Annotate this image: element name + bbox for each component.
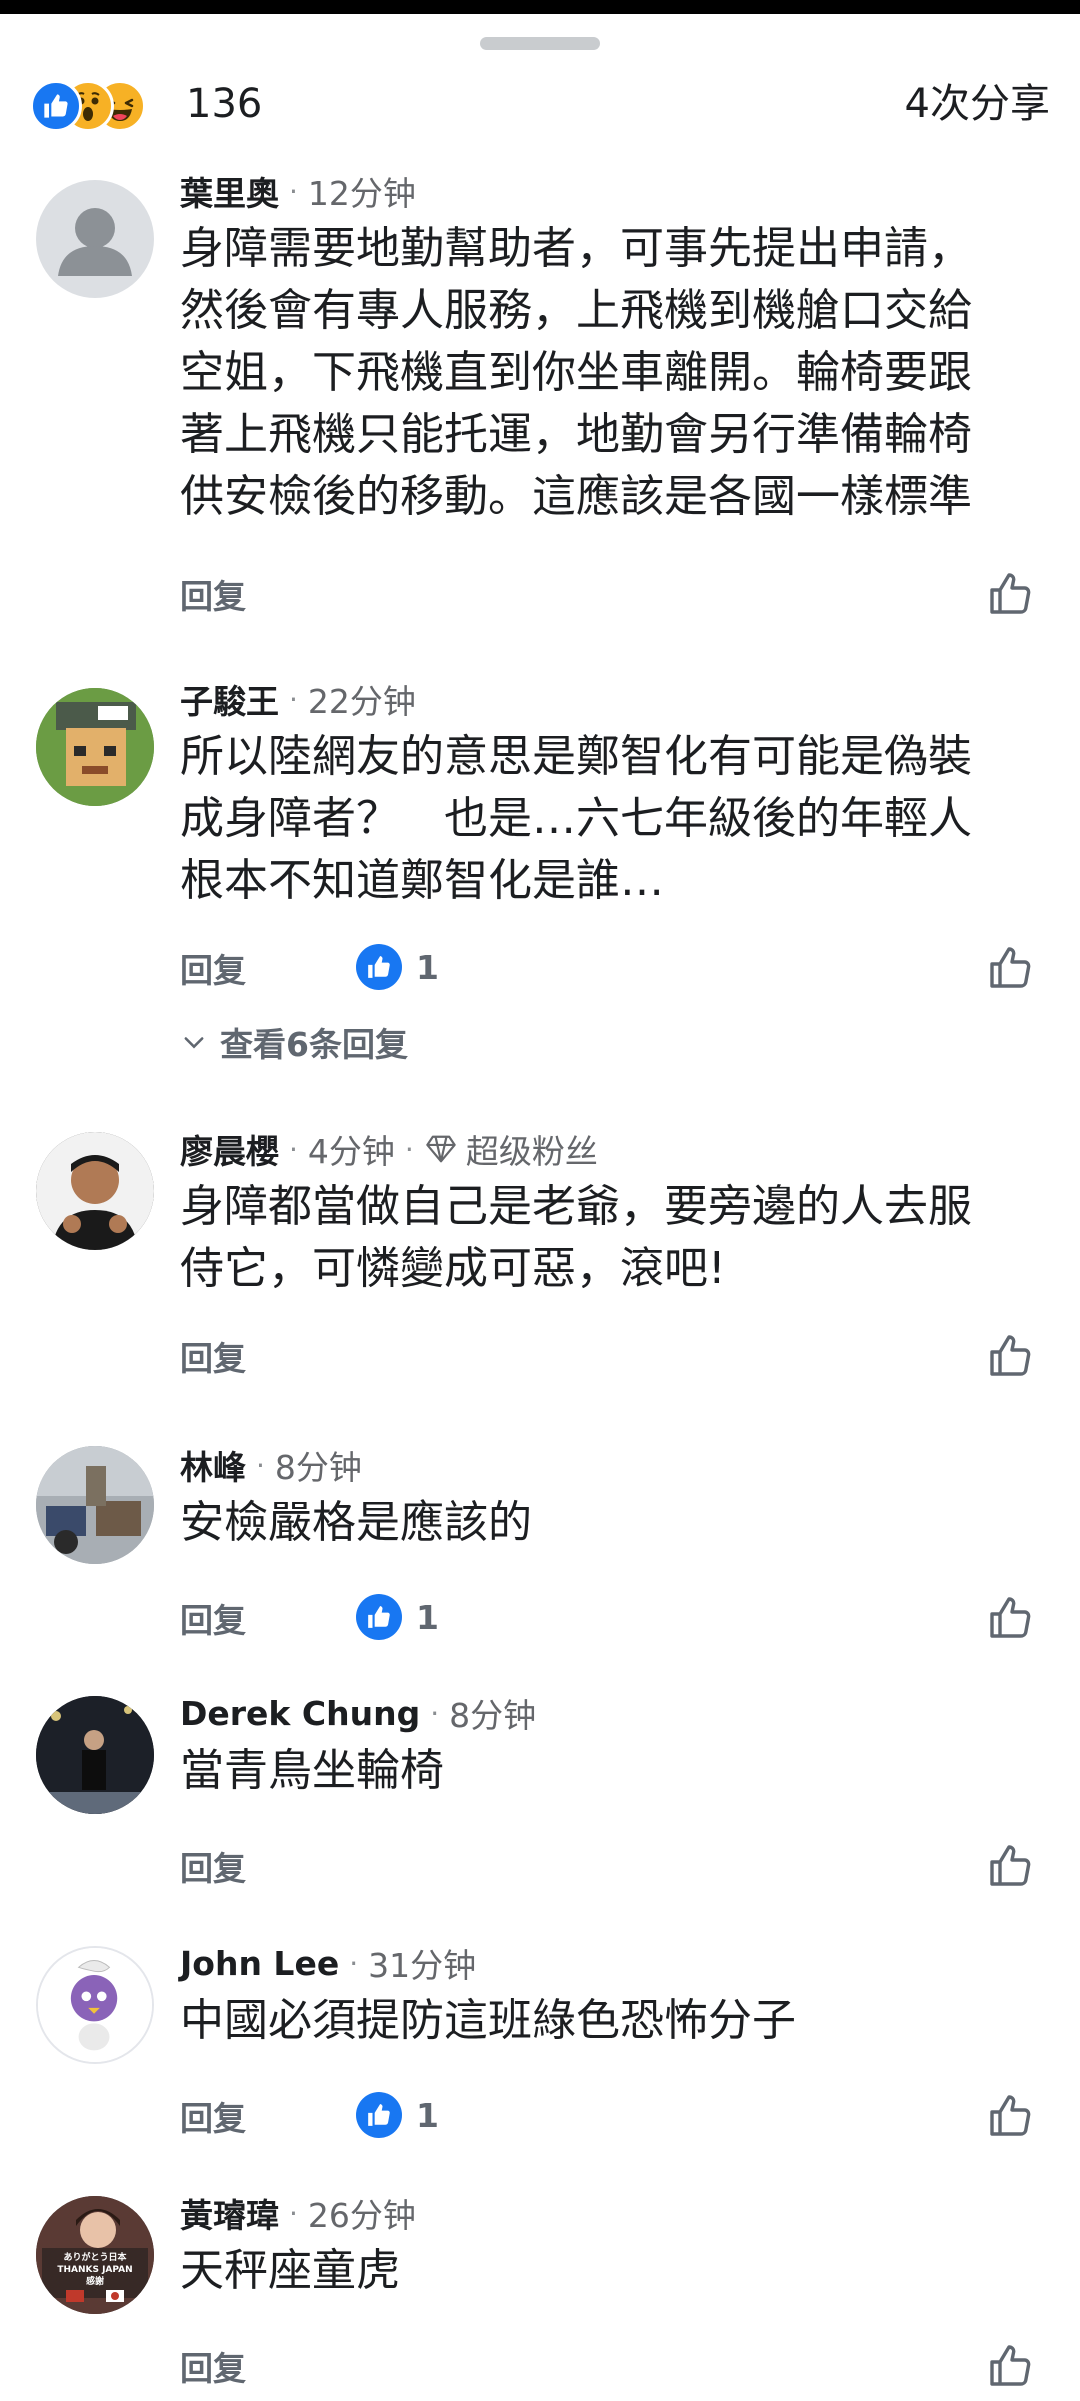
like-count[interactable]: 1: [356, 944, 439, 990]
avatar[interactable]: [36, 688, 154, 806]
comment-time[interactable]: 31分钟: [368, 1939, 476, 1987]
view-replies-label: 查看6条回复: [220, 1025, 408, 1064]
comment-time[interactable]: 4分钟: [308, 1125, 395, 1173]
comment-text: 當青鳥坐輪椅: [180, 1740, 1050, 1802]
comment-line: 身障都當做自己是老爺，要旁邊的人去服: [180, 1181, 972, 1232]
comment-line: 供安檢後的移動。這應該是各國一樣標準: [180, 471, 972, 522]
top-fan-badge[interactable]: 超级粉丝: [424, 1125, 598, 1173]
comment-line: 當青鳥坐輪椅: [180, 1745, 444, 1796]
view-replies-button[interactable]: 查看6条回复: [180, 1018, 408, 1066]
reply-button[interactable]: 回复: [180, 1332, 246, 1380]
comment-line: 成身障者？ 也是…六七年級後的年輕人: [180, 793, 972, 844]
comment-text: 天秤座童虎: [180, 2240, 1050, 2302]
like-count-value: 1: [416, 2095, 439, 2135]
reply-button[interactable]: 回复: [180, 2342, 246, 2390]
comment-line: 中國必須提防這班綠色恐怖分子: [180, 1995, 796, 2046]
separator-dot: ·: [349, 1946, 359, 1980]
like-count[interactable]: 1: [356, 2092, 439, 2138]
comment-actions: 回复 1: [180, 938, 1040, 998]
comment-text: 中國必須提防這班綠色恐怖分子: [180, 1990, 1050, 2052]
comment-time[interactable]: 8分钟: [275, 1441, 362, 1489]
comment-time[interactable]: 8分钟: [449, 1689, 536, 1737]
avatar[interactable]: [36, 1696, 154, 1814]
avatar[interactable]: [36, 1446, 154, 1564]
comment-line: 侍它，可憐變成可惡，滾吧!: [180, 1243, 726, 1294]
share-count[interactable]: 4次分享: [905, 78, 1050, 130]
comment-line: 身障需要地勤幫助者，可事先提出申請，: [180, 223, 972, 274]
comment-actions: 回复: [180, 1836, 1040, 1896]
avatar-caption: ありがとう日本: [63, 2253, 127, 2263]
like-icon: [30, 80, 82, 132]
comment-time[interactable]: 26分钟: [308, 2189, 416, 2237]
thumbs-up-icon[interactable]: [980, 1326, 1040, 1386]
comment-line: 然後會有專人服務，上飛機到機艙口交給: [180, 285, 972, 336]
avatar-caption: 感謝: [85, 2277, 104, 2287]
comment-text: 身障需要地勤幫助者，可事先提出申請， 然後會有專人服務，上飛機到機艙口交給 空姐…: [180, 218, 1050, 528]
thumbs-up-icon[interactable]: [980, 938, 1040, 998]
comment-line: 著上飛機只能托運，地勤會另行準備輪椅: [180, 409, 972, 460]
like-badge-icon: [356, 1594, 402, 1640]
reply-button[interactable]: 回复: [180, 944, 246, 992]
comment-author[interactable]: 子駿王: [180, 675, 279, 723]
badge-label: 超级粉丝: [465, 1132, 598, 1171]
reaction-summary[interactable]: 136 4次分享: [30, 76, 1050, 132]
separator-dot: ·: [289, 2196, 298, 2230]
avatar[interactable]: [36, 1132, 154, 1250]
comment-author[interactable]: 葉里奧: [180, 167, 279, 215]
comment-author[interactable]: Derek Chung: [180, 1694, 420, 1733]
comment-time[interactable]: 12分钟: [308, 167, 416, 215]
like-badge-icon: [356, 944, 402, 990]
reply-button[interactable]: 回复: [180, 1842, 246, 1890]
reply-button[interactable]: 回复: [180, 2092, 246, 2140]
comment-author[interactable]: John Lee: [180, 1944, 339, 1983]
reaction-count[interactable]: 136: [186, 78, 262, 130]
sheet-drag-handle[interactable]: [480, 37, 600, 50]
like-count-value: 1: [416, 947, 439, 987]
comment-text: 安檢嚴格是應該的: [180, 1492, 1050, 1554]
chevron-down-icon: [184, 1037, 204, 1049]
avatar[interactable]: [36, 1946, 154, 2064]
comment-text: 身障都當做自己是老爺，要旁邊的人去服 侍它，可憐變成可惡，滾吧!: [180, 1176, 1050, 1300]
reply-button[interactable]: 回复: [180, 570, 246, 618]
comment-actions: 回复: [180, 1326, 1040, 1386]
status-bar: [0, 0, 1080, 14]
avatar[interactable]: [36, 180, 154, 298]
like-count[interactable]: 1: [356, 1594, 439, 1640]
comment-line: 根本不知道鄭智化是誰…: [180, 855, 664, 906]
thumbs-up-icon[interactable]: [980, 1588, 1040, 1648]
comment-actions: 回复: [180, 2336, 1040, 2396]
thumbs-up-icon[interactable]: [980, 564, 1040, 624]
thumbs-up-icon[interactable]: [980, 2336, 1040, 2396]
comment-line: 空姐，下飛機直到你坐車離開。輪椅要跟: [180, 347, 972, 398]
comment-author[interactable]: 林峰: [180, 1441, 246, 1489]
separator-dot: ·: [289, 682, 298, 716]
comment-line: 安檢嚴格是應該的: [180, 1497, 532, 1548]
separator-dot: ·: [289, 1132, 298, 1166]
comment-text: 所以陸網友的意思是鄭智化有可能是偽裝 成身障者？ 也是…六七年級後的年輕人 根本…: [180, 726, 1050, 912]
comment-actions: 回复 1: [180, 1588, 1040, 1648]
comment-time[interactable]: 22分钟: [308, 675, 416, 723]
comment-author[interactable]: 廖晨櫻: [180, 1125, 279, 1173]
separator-dot: ·: [404, 1132, 414, 1166]
comment-actions: 回复: [180, 564, 1040, 624]
thumbs-up-icon[interactable]: [980, 1836, 1040, 1896]
separator-dot: ·: [430, 1696, 440, 1730]
like-badge-icon: [356, 2092, 402, 2138]
comment-line: 所以陸網友的意思是鄭智化有可能是偽裝: [180, 731, 972, 782]
thumbs-up-icon[interactable]: [980, 2086, 1040, 2146]
reply-button[interactable]: 回复: [180, 1594, 246, 1642]
comment-author[interactable]: 黃璿瑋: [180, 2189, 279, 2237]
like-count-value: 1: [416, 1597, 439, 1637]
separator-dot: ·: [289, 174, 298, 208]
separator-dot: ·: [256, 1448, 265, 1482]
comment-line: 天秤座童虎: [180, 2245, 400, 2296]
comment-actions: 回复 1: [180, 2086, 1040, 2146]
avatar-caption: THANKS JAPAN: [57, 2265, 133, 2275]
avatar[interactable]: ありがとう日本 THANKS JAPAN 感謝: [36, 2196, 154, 2314]
diamond-icon: [426, 1135, 456, 1163]
